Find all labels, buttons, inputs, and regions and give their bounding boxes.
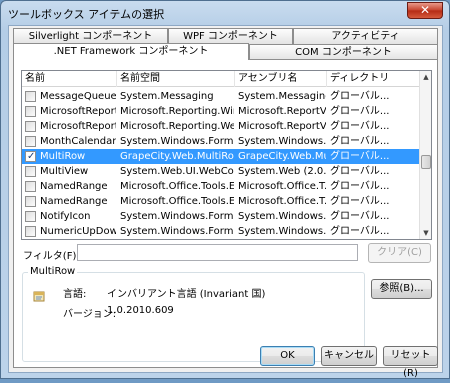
- language-label: 言語:: [63, 289, 87, 300]
- filter-input[interactable]: [77, 244, 358, 261]
- cell-namespace: System.Windows.Forms: [120, 211, 234, 222]
- list-item[interactable]: NumericUpDown System.Windows.Forms System.…: [22, 224, 420, 239]
- title-bar[interactable]: ツールボックス アイテムの選択 ✕: [1, 1, 449, 25]
- cell-namespace: GrapeCity.Web.MultiRow: [120, 151, 234, 162]
- item-checkbox[interactable]: [25, 91, 36, 102]
- clear-button[interactable]: クリア(C): [368, 243, 431, 263]
- reset-button[interactable]: リセット(R): [383, 346, 438, 379]
- scroll-thumb[interactable]: [421, 155, 431, 169]
- cell-dir: グローバル...: [330, 106, 390, 117]
- item-checkbox[interactable]: [25, 166, 36, 177]
- column-header-namespace[interactable]: 名前空間: [117, 71, 235, 87]
- cell-dir: グローバル...: [330, 226, 390, 237]
- item-checkbox[interactable]: [25, 121, 36, 132]
- cell-name: ObjectDataSource: [40, 239, 116, 240]
- cell-assembly: System.Messaging ...: [238, 91, 326, 102]
- list-item[interactable]: ObjectDataSource System.Web.UI.WebCont...…: [22, 239, 420, 240]
- list-item[interactable]: NamedRange Microsoft.Office.Tools.Excel Mi…: [22, 194, 420, 209]
- cell-dir: グローバル...: [330, 91, 390, 102]
- cell-assembly: Microsoft.ReportVi...: [238, 106, 326, 117]
- tab-silverlight[interactable]: Silverlight コンポーネント: [13, 28, 168, 44]
- browse-button[interactable]: 参照(B)...: [371, 279, 432, 299]
- list-item[interactable]: MicrosoftReportVi... Microsoft.Reporting.…: [22, 119, 420, 134]
- cell-assembly: System.Web (2.0.0...: [238, 166, 326, 177]
- cell-namespace: System.Web.UI.WebCont...: [120, 166, 234, 177]
- components-list[interactable]: 名前 名前空間 アセンブリ名 ディレクトリ MessageQueueIns...…: [21, 70, 432, 240]
- tab-wpf[interactable]: WPF コンポーネント: [168, 28, 293, 44]
- cell-dir: グローバル...: [330, 196, 390, 207]
- cell-dir: グローバル...: [330, 166, 390, 177]
- tab-com[interactable]: COM コンポーネント: [249, 44, 438, 60]
- cell-name: MicrosoftReportVi...: [40, 121, 116, 132]
- cell-dir: グローバル...: [330, 151, 390, 162]
- cell-dir: グローバル...: [330, 136, 390, 147]
- cell-namespace: Microsoft.Reporting.WebF...: [120, 121, 234, 132]
- cell-assembly: System.Windows.F...: [238, 211, 326, 222]
- window-title: ツールボックス アイテムの選択: [8, 8, 165, 21]
- list-item[interactable]: MicrosoftReportVi... Microsoft.Reporting.…: [22, 104, 420, 119]
- list-item[interactable]: MultiRow GrapeCity.Web.MultiRow GrapeCity.…: [22, 149, 420, 164]
- language-value: インバリアント言語 (Invariant 国): [107, 289, 266, 300]
- cell-namespace: Microsoft.Reporting.WinF...: [120, 106, 234, 117]
- cell-name: MonthCalendar: [40, 136, 116, 147]
- column-header-directory[interactable]: ディレクトリ: [327, 71, 420, 87]
- cell-namespace: System.Messaging: [120, 91, 214, 102]
- list-item[interactable]: NotifyIcon System.Windows.Forms System.Win…: [22, 209, 420, 224]
- cell-assembly: System.Windows.F...: [238, 136, 326, 147]
- cell-namespace: System.Windows.Forms: [120, 226, 234, 237]
- cell-assembly: Microsoft.ReportVi...: [238, 121, 326, 132]
- item-checkbox[interactable]: [25, 211, 36, 222]
- item-checkbox[interactable]: [25, 196, 36, 207]
- tab-panel: 名前 名前空間 アセンブリ名 ディレクトリ MessageQueueIns...…: [13, 59, 438, 368]
- close-icon: ✕: [419, 3, 431, 17]
- dialog-window: ツールボックス アイテムの選択 ✕ Silverlight コンポーネント WP…: [0, 0, 450, 379]
- cell-name: NotifyIcon: [40, 211, 91, 222]
- column-header-assembly[interactable]: アセンブリ名: [235, 71, 327, 87]
- cell-name: MessageQueueIns...: [40, 91, 116, 102]
- cell-name: NamedRange: [40, 181, 108, 192]
- cell-namespace: Microsoft.Office.Tools.Excel: [120, 196, 234, 207]
- vertical-scrollbar[interactable]: ▲ ▼: [419, 71, 431, 239]
- cancel-button[interactable]: キャンセル: [321, 346, 377, 366]
- component-icon: [33, 291, 45, 302]
- tab-dotnet-framework[interactable]: .NET Framework コンポーネント: [13, 43, 249, 60]
- cell-name: NumericUpDown: [40, 226, 116, 237]
- cell-name: NamedRange: [40, 196, 108, 207]
- item-checkbox[interactable]: [25, 136, 36, 147]
- cell-namespace: System.Windows.Forms: [120, 136, 234, 147]
- cell-assembly: Microsoft.Office.T...: [238, 181, 326, 192]
- list-item[interactable]: NamedRange Microsoft.Office.Tools.Excel Mi…: [22, 179, 420, 194]
- cell-assembly: System.Windows.F...: [238, 226, 326, 237]
- item-checkbox[interactable]: [25, 226, 36, 237]
- item-checkbox[interactable]: [25, 106, 36, 117]
- cell-assembly: Microsoft.Office.T...: [238, 196, 326, 207]
- cell-assembly: GrapeCity.Web.Mul...: [238, 151, 326, 162]
- item-checkbox[interactable]: [25, 149, 36, 164]
- tab-activities[interactable]: アクティビティ: [293, 28, 438, 44]
- list-header: 名前 名前空間 アセンブリ名 ディレクトリ: [22, 71, 420, 87]
- cell-dir: グローバル...: [330, 239, 418, 240]
- list-item[interactable]: MultiView System.Web.UI.WebCont... System.…: [22, 164, 420, 179]
- dialog-client: Silverlight コンポーネント WPF コンポーネント アクティビティ …: [8, 25, 443, 379]
- cell-dir: グローバル...: [330, 181, 390, 192]
- scroll-down-icon[interactable]: ▼: [420, 227, 431, 239]
- filter-label: フィルタ(F):: [23, 251, 80, 262]
- cell-assembly: System.Web (2.0.0...: [238, 239, 326, 240]
- cell-name: MultiView: [40, 166, 89, 177]
- cell-namespace: System.Web.UI.WebCont...: [120, 239, 234, 240]
- details-group-title: MultiRow: [28, 266, 78, 277]
- close-button[interactable]: ✕: [407, 2, 443, 19]
- list-item[interactable]: MessageQueueIns... System.Messaging System…: [22, 89, 420, 104]
- item-checkbox[interactable]: [25, 181, 36, 192]
- column-header-name[interactable]: 名前: [22, 71, 117, 87]
- list-item[interactable]: MonthCalendar System.Windows.Forms System.…: [22, 134, 420, 149]
- scroll-up-icon[interactable]: ▲: [420, 71, 431, 83]
- cell-name: MultiRow: [40, 151, 86, 162]
- cell-name: MicrosoftReportVi...: [40, 106, 116, 117]
- version-value: 1.0.2010.609: [107, 305, 174, 316]
- cell-namespace: Microsoft.Office.Tools.Excel: [120, 181, 234, 192]
- ok-button[interactable]: OK: [260, 346, 315, 366]
- cell-dir: グローバル...: [330, 211, 390, 222]
- cell-dir: グローバル...: [330, 121, 390, 132]
